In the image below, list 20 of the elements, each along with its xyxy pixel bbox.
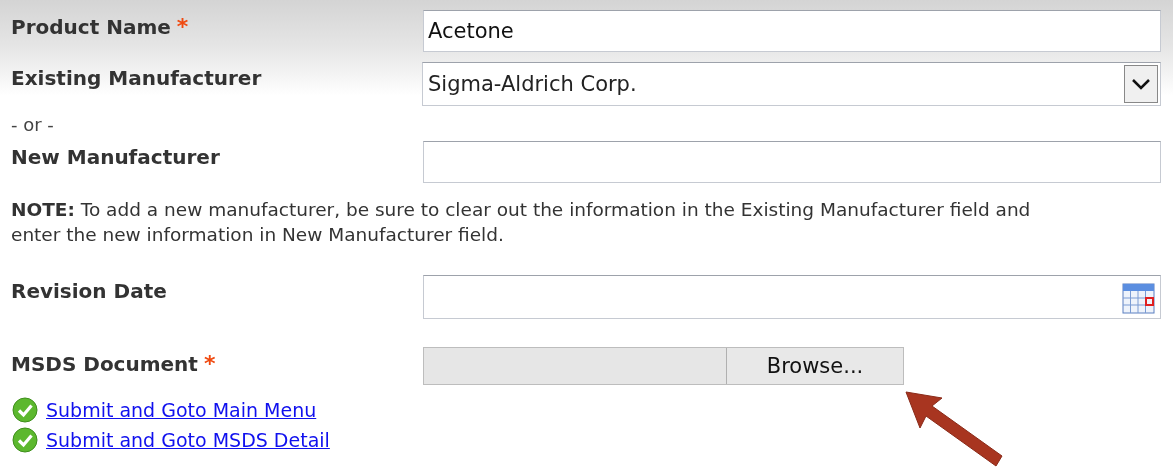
dropdown-field[interactable]: Sigma-Aldrich Corp.: [422, 62, 1161, 106]
chevron-down-icon[interactable]: [1124, 65, 1158, 103]
field-label: Existing Manufacturer: [11, 66, 262, 90]
date-field[interactable]: [423, 275, 1161, 319]
submit-link[interactable]: Submit and Goto MSDS Detail: [46, 429, 330, 451]
required-mark: *: [176, 14, 189, 39]
separator-text: - or -: [11, 114, 54, 135]
text-field[interactable]: Acetone: [423, 10, 1161, 52]
check-icon: [12, 427, 38, 453]
field-label: Product Name: [11, 14, 171, 39]
file-field[interactable]: Browse...: [423, 347, 904, 385]
calendar-icon[interactable]: [1122, 280, 1155, 314]
note-text: NOTE: To add a new manufacturer, be sure to clear out the information in the Existing Manufacturer field and enter the new information in New Manufacturer field.: [11, 198, 1032, 247]
field-label: MSDS Document: [11, 351, 198, 376]
submit-link[interactable]: Submit and Goto Main Menu: [46, 399, 317, 421]
required-mark: *: [203, 351, 216, 376]
check-icon: [12, 397, 38, 423]
field-label: New Manufacturer: [11, 145, 220, 169]
field-label: Revision Date: [11, 279, 167, 303]
text-field[interactable]: [423, 141, 1161, 183]
